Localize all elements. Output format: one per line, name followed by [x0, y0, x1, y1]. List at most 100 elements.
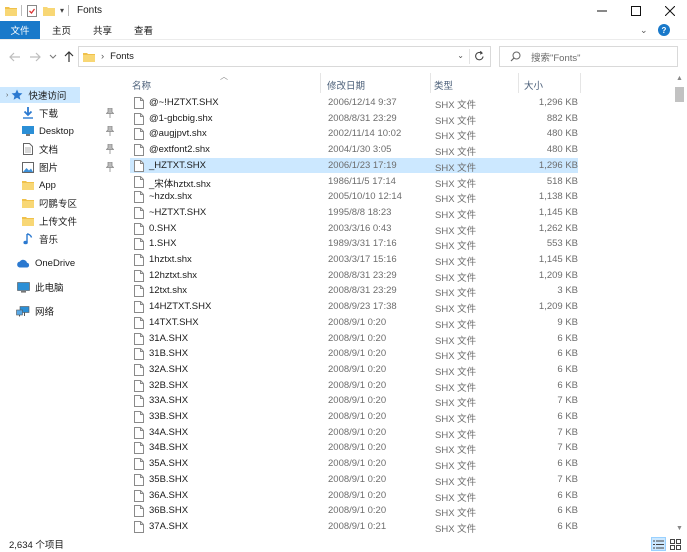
column-header-size[interactable]: 大小: [524, 78, 543, 92]
forward-button[interactable]: [26, 48, 44, 66]
column-divider[interactable]: [320, 73, 321, 93]
up-button[interactable]: [60, 48, 78, 66]
file-row[interactable]: 34A.SHX 2008/9/1 0:20 SHX 文件 7 KB: [130, 425, 578, 441]
vertical-scrollbar[interactable]: ▲ ▼: [672, 73, 687, 538]
sidebar-item-downloads[interactable]: 下载: [22, 105, 122, 121]
file-row[interactable]: 32B.SHX 2008/9/1 0:20 SHX 文件 6 KB: [130, 378, 578, 394]
file-row[interactable]: 14HZTXT.SHX 2008/9/23 17:38 SHX 文件 1,209 KB: [130, 299, 578, 315]
desktop-icon: [22, 125, 34, 137]
file-row[interactable]: 1hztxt.shx 2003/3/17 15:16 SHX 文件 1,145 KB: [130, 252, 578, 268]
music-icon: [22, 233, 34, 245]
file-icon: [134, 332, 144, 345]
file-modified-date: 2008/9/1 0:20: [328, 348, 387, 360]
file-row[interactable]: _HZTXT.SHX 2006/1/23 17:19 SHX 文件 1,296 KB: [130, 157, 578, 174]
sidebar-item-folder[interactable]: 叼鹏专区: [22, 195, 77, 211]
file-row[interactable]: 12txt.shx 2008/8/31 23:29 SHX 文件 3 KB: [130, 283, 578, 299]
sidebar-item-music[interactable]: 音乐: [22, 231, 58, 247]
file-row[interactable]: _宋体hztxt.shx 1986/11/5 17:14 SHX 文件 518 KB: [130, 174, 578, 190]
sidebar-item-documents[interactable]: 文档: [22, 141, 122, 157]
file-row[interactable]: ~hzdx.shx 2005/10/10 12:14 SHX 文件 1,138 KB: [130, 189, 578, 205]
file-row[interactable]: 1.SHX 1989/3/31 17:16 SHX 文件 553 KB: [130, 236, 578, 252]
ribbon-tabs: 文件 主页 共享 查看 ⌄ ?: [0, 21, 687, 40]
file-modified-date: 2008/8/31 23:29: [328, 269, 397, 281]
tab-view[interactable]: 查看: [124, 21, 163, 39]
file-size: 1,296 KB: [538, 97, 578, 108]
column-header-type[interactable]: 类型: [434, 78, 453, 92]
properties-icon[interactable]: [26, 4, 38, 17]
file-icon: [134, 442, 144, 455]
file-row[interactable]: 37A.SHX 2008/9/1 0:21 SHX 文件 6 KB: [130, 519, 578, 535]
minimize-button[interactable]: [585, 0, 619, 21]
file-size: 7 KB: [557, 395, 578, 407]
file-type: SHX 文件: [435, 115, 477, 127]
sidebar-item-quick-access[interactable]: › 快速访问: [6, 87, 66, 103]
file-row[interactable]: ~HZTXT.SHX 1995/8/8 18:23 SHX 文件 1,145 KB: [130, 205, 578, 221]
sidebar-item-pictures[interactable]: 图片: [22, 159, 122, 175]
file-row[interactable]: 36B.SHX 2008/9/1 0:20 SHX 文件 6 KB: [130, 503, 578, 519]
column-divider[interactable]: [580, 73, 581, 93]
file-row[interactable]: 35A.SHX 2008/9/1 0:20 SHX 文件 6 KB: [130, 456, 578, 472]
file-row[interactable]: @1-gbcbig.shx 2008/8/31 23:29 SHX 文件 882 KB: [130, 111, 578, 127]
file-row[interactable]: 33A.SHX 2008/9/1 0:20 SHX 文件 7 KB: [130, 393, 578, 409]
sidebar-item-desktop[interactable]: Desktop: [22, 123, 122, 139]
column-header-name[interactable]: 名称: [132, 78, 151, 92]
file-row[interactable]: 31B.SHX 2008/9/1 0:20 SHX 文件 6 KB: [130, 346, 578, 362]
file-size: 553 KB: [546, 238, 578, 250]
close-button[interactable]: [653, 0, 687, 21]
file-row[interactable]: 35B.SHX 2008/9/1 0:20 SHX 文件 7 KB: [130, 472, 578, 488]
file-row[interactable]: 12hztxt.shx 2008/8/31 23:29 SHX 文件 1,209 KB: [130, 268, 578, 284]
large-icons-view-button[interactable]: [668, 537, 683, 551]
tab-home[interactable]: 主页: [42, 21, 81, 39]
sidebar-item-app[interactable]: App: [22, 177, 56, 193]
pin-icon[interactable]: [105, 125, 115, 136]
scroll-up-icon[interactable]: ▲: [676, 75, 683, 82]
file-row[interactable]: 36A.SHX 2008/9/1 0:20 SHX 文件 6 KB: [130, 488, 578, 504]
details-view-button[interactable]: [651, 537, 666, 551]
file-row[interactable]: 14TXT.SHX 2008/9/1 0:20 SHX 文件 9 KB: [130, 315, 578, 331]
breadcrumb-item[interactable]: Fonts: [110, 51, 134, 62]
scroll-down-icon[interactable]: ▼: [676, 525, 683, 532]
file-size: 6 KB: [557, 363, 578, 375]
column-header-date[interactable]: 修改日期: [327, 78, 365, 92]
file-row[interactable]: 33B.SHX 2008/9/1 0:20 SHX 文件 6 KB: [130, 409, 578, 425]
file-row[interactable]: 0.SHX 2003/3/16 0:43 SHX 文件 1,262 KB: [130, 221, 578, 237]
sidebar-item-upload[interactable]: 上传文件: [22, 213, 77, 229]
file-row[interactable]: @extfont2.shx 2004/1/30 3:05 SHX 文件 480 KB: [130, 142, 578, 158]
scrollbar-thumb[interactable]: [675, 87, 684, 102]
address-bar[interactable]: › Fonts ⌄: [78, 46, 491, 67]
sidebar-item-this-pc[interactable]: 此电脑: [16, 279, 64, 295]
search-box[interactable]: 搜索"Fonts": [499, 46, 678, 67]
file-name: @extfont2.shx: [149, 144, 210, 156]
file-type: SHX 文件: [435, 257, 477, 268]
address-dropdown-icon[interactable]: ⌄: [457, 51, 464, 60]
pin-icon[interactable]: [105, 143, 115, 154]
pin-icon[interactable]: [105, 107, 115, 118]
tab-file[interactable]: 文件: [0, 21, 40, 39]
new-folder-icon[interactable]: [43, 5, 55, 17]
file-row[interactable]: 31A.SHX 2008/9/1 0:20 SHX 文件 6 KB: [130, 331, 578, 347]
chevron-down-icon[interactable]: ›: [6, 92, 8, 99]
refresh-icon[interactable]: [474, 50, 485, 62]
search-input[interactable]: 搜索"Fonts": [531, 50, 581, 64]
breadcrumb-separator[interactable]: ›: [101, 51, 104, 62]
maximize-button[interactable]: [619, 0, 653, 21]
file-row[interactable]: @augjpvt.shx 2002/11/14 10:02 SHX 文件 480 KB: [130, 126, 578, 142]
sidebar-item-network[interactable]: 网络: [16, 303, 54, 319]
tab-share[interactable]: 共享: [83, 21, 122, 39]
pin-icon[interactable]: [105, 161, 115, 172]
file-size: 480 KB: [546, 144, 578, 156]
file-type: SHX 文件: [435, 508, 477, 520]
file-row[interactable]: 32A.SHX 2008/9/1 0:20 SHX 文件 6 KB: [130, 362, 578, 378]
help-icon[interactable]: ?: [658, 24, 670, 36]
back-button[interactable]: [6, 48, 24, 66]
sidebar-item-onedrive[interactable]: OneDrive: [16, 255, 75, 271]
file-type: SHX 文件: [435, 241, 477, 253]
file-icon: [134, 144, 144, 157]
column-divider[interactable]: [430, 73, 431, 93]
file-row[interactable]: 34B.SHX 2008/9/1 0:20 SHX 文件 7 KB: [130, 440, 578, 456]
file-icon: [134, 458, 144, 471]
column-divider[interactable]: [518, 73, 519, 93]
chevron-down-icon[interactable]: ⌄: [640, 25, 648, 36]
file-row[interactable]: @~!HZTXT.SHX 2006/12/14 9:37 SHX 文件 1,296 K…: [130, 95, 578, 111]
quick-access-toolbar-dropdown-icon[interactable]: ▾: [60, 6, 64, 15]
